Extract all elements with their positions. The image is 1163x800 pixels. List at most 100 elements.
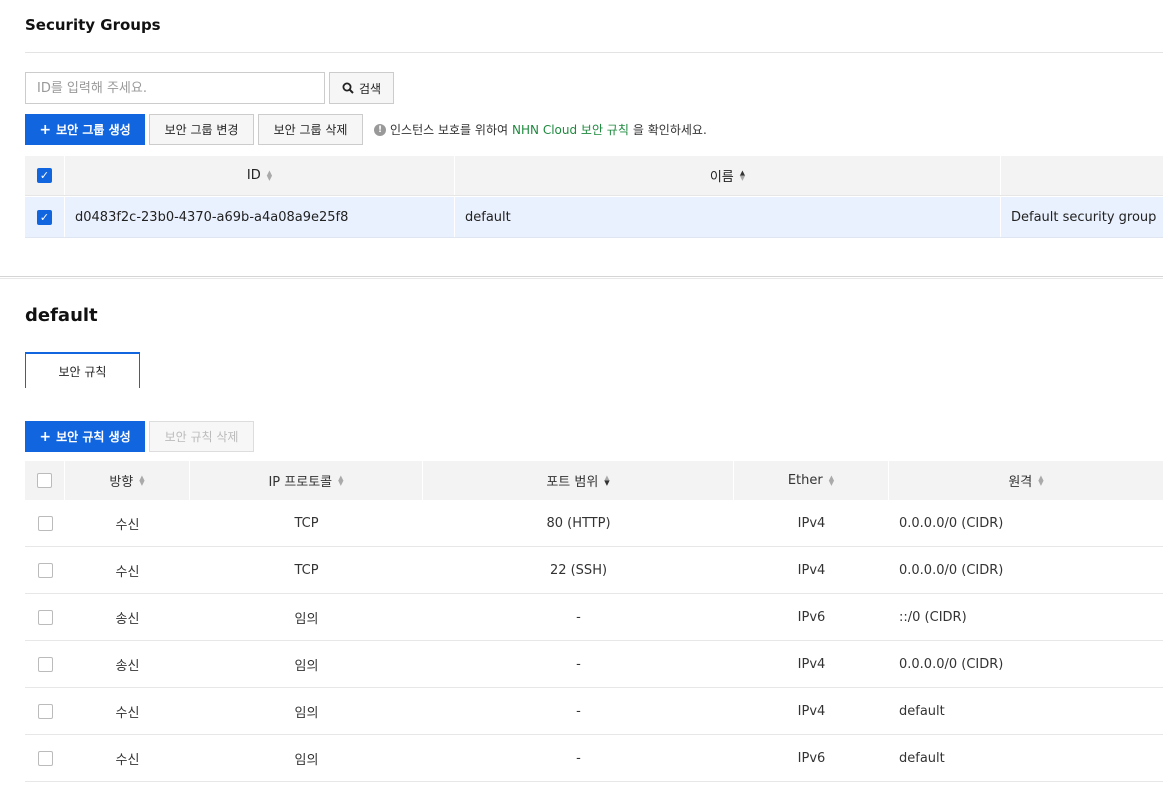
column-header-port[interactable]: 포트 범위 ▲ ▼ [423,461,734,500]
row-select-cell [25,500,65,546]
row-checkbox[interactable] [37,656,53,672]
table-row[interactable]: 수신 TCP 80 (HTTP) IPv4 0.0.0.0/0 (CIDR) [25,500,1163,547]
create-rule-label: 보안 규칙 생성 [56,430,131,444]
search-input[interactable] [25,72,325,104]
select-all-cell: ✓ [25,156,65,195]
direction-cell: 송신 [115,658,140,674]
row-select-cell [25,688,65,734]
info-icon: ! [374,123,386,136]
column-header-direction[interactable]: 방향 ▲ ▼ [65,461,190,500]
group-name-cell: default [455,197,1001,237]
sort-desc-icon: ▲ ▼ [604,473,610,487]
row-checkbox[interactable] [37,562,53,578]
column-label-protocol: IP 프로토콜 [268,475,333,490]
protocol-cell: 임의 [294,611,319,627]
security-notice: ! 인스턴스 보호를 위하여 NHN Cloud 보안 규칙 을 확인하세요. [374,121,707,138]
row-select-cell [25,735,65,781]
edit-group-button[interactable]: 보안 그룹 변경 [149,114,254,145]
remote-cell: 0.0.0.0/0 (CIDR) [899,515,1004,531]
ether-cell: IPv6 [797,750,826,766]
row-checkbox[interactable] [37,515,53,531]
column-header-description [1001,156,1163,195]
rules-select-all-cell [25,461,65,500]
table-row[interactable]: 송신 임의 - IPv6 ::/0 (CIDR) [25,594,1163,641]
sort-icon: ▲ ▼ [266,168,273,182]
direction-cell: 수신 [115,705,140,721]
tab-security-rules[interactable]: 보안 규칙 [25,352,140,388]
group-description-cell: Default security group [1011,209,1157,225]
table-row[interactable]: 수신 TCP 22 (SSH) IPv4 0.0.0.0/0 (CIDR) [25,547,1163,594]
select-all-checkbox[interactable]: ✓ [37,168,52,183]
search-button-label: 검색 [358,81,382,96]
edit-group-label: 보안 그룹 변경 [164,123,239,137]
delete-rule-button[interactable]: 보안 규칙 삭제 [149,421,254,452]
sort-asc-icon: ▲ ▼ [739,168,746,182]
rules-table-body: 수신 TCP 80 (HTTP) IPv4 0.0.0.0/0 (CIDR) 수… [25,500,1163,782]
sort-icon: ▲ ▼ [1038,473,1044,487]
column-label-name: 이름 [709,170,734,185]
row-select-cell [25,641,65,687]
remote-cell: default [899,750,945,766]
protocol-cell: 임의 [294,705,319,721]
delete-rule-label: 보안 규칙 삭제 [164,430,239,444]
row-select-cell [25,594,65,640]
table-row[interactable]: 수신 임의 - IPv4 default [25,688,1163,735]
table-row[interactable]: ✓ d0483f2c-23b0-4370-a69b-a4a08a9e25f8 d… [25,197,1163,238]
create-group-label: 보안 그룹 생성 [56,123,131,137]
column-header-ether[interactable]: Ether ▲ ▼ [734,461,889,500]
sort-icon: ▲ ▼ [338,473,344,487]
delete-group-label: 보안 그룹 삭제 [273,123,348,137]
create-rule-button[interactable]: + 보안 규칙 생성 [25,421,145,452]
row-checkbox[interactable] [37,750,53,766]
protocol-cell: 임의 [294,752,319,768]
ether-cell: IPv4 [797,515,826,531]
row-select-cell: ✓ [25,197,65,237]
column-label-port: 포트 범위 [546,475,599,490]
tab-label: 보안 규칙 [58,364,107,379]
port-cell: 22 (SSH) [549,562,608,578]
protocol-cell: TCP [294,562,319,578]
notice-before: 인스턴스 보호를 위하여 [390,123,509,137]
ether-cell: IPv6 [797,609,826,625]
table-row[interactable]: 송신 임의 - IPv4 0.0.0.0/0 (CIDR) [25,641,1163,688]
notice-link[interactable]: NHN Cloud 보안 규칙 [512,121,629,138]
column-header-name[interactable]: 이름 ▲ ▼ [455,156,1001,195]
port-cell: - [576,750,581,766]
ether-cell: IPv4 [797,703,826,719]
port-cell: 80 (HTTP) [546,515,611,531]
remote-cell: 0.0.0.0/0 (CIDR) [899,562,1004,578]
table-row[interactable]: 수신 임의 - IPv6 default [25,735,1163,782]
direction-cell: 수신 [115,564,140,580]
row-checkbox[interactable] [37,703,53,719]
row-select-cell [25,547,65,593]
rules-table-header: 방향 ▲ ▼ IP 프로토콜 ▲ ▼ 포트 범위 ▲ ▼ Ether ▲ ▼ 원격 ▲ ▼ [25,461,1163,500]
protocol-cell: 임의 [294,658,319,674]
column-header-protocol[interactable]: IP 프로토콜 ▲ ▼ [190,461,423,500]
ether-cell: IPv4 [797,656,826,672]
ether-cell: IPv4 [797,562,826,578]
column-label-direction: 방향 [109,475,134,490]
port-cell: - [576,609,581,625]
search-button[interactable]: 검색 [329,72,394,104]
page-title: Security Groups [25,16,161,34]
column-header-id[interactable]: ID ▲ ▼ [65,156,455,195]
direction-cell: 수신 [115,517,140,533]
search-icon [342,82,354,94]
create-group-button[interactable]: + 보안 그룹 생성 [25,114,145,145]
sort-icon: ▲ ▼ [828,473,835,487]
group-id-cell: d0483f2c-23b0-4370-a69b-a4a08a9e25f8 [65,197,455,237]
column-label-ether: Ether [787,473,823,488]
detail-title: default [25,305,98,326]
delete-group-button[interactable]: 보안 그룹 삭제 [258,114,363,145]
column-header-remote[interactable]: 원격 ▲ ▼ [889,461,1163,500]
rules-select-all-checkbox[interactable] [37,473,52,488]
title-divider [25,52,1163,53]
column-label-remote: 원격 [1008,475,1033,490]
notice-after: 을 확인하세요. [632,123,707,137]
direction-cell: 수신 [115,752,140,768]
remote-cell: 0.0.0.0/0 (CIDR) [899,656,1004,672]
plus-icon: + [39,121,52,138]
row-checkbox[interactable]: ✓ [37,209,52,225]
row-checkbox[interactable] [37,609,53,625]
column-label-id: ID [246,168,261,183]
